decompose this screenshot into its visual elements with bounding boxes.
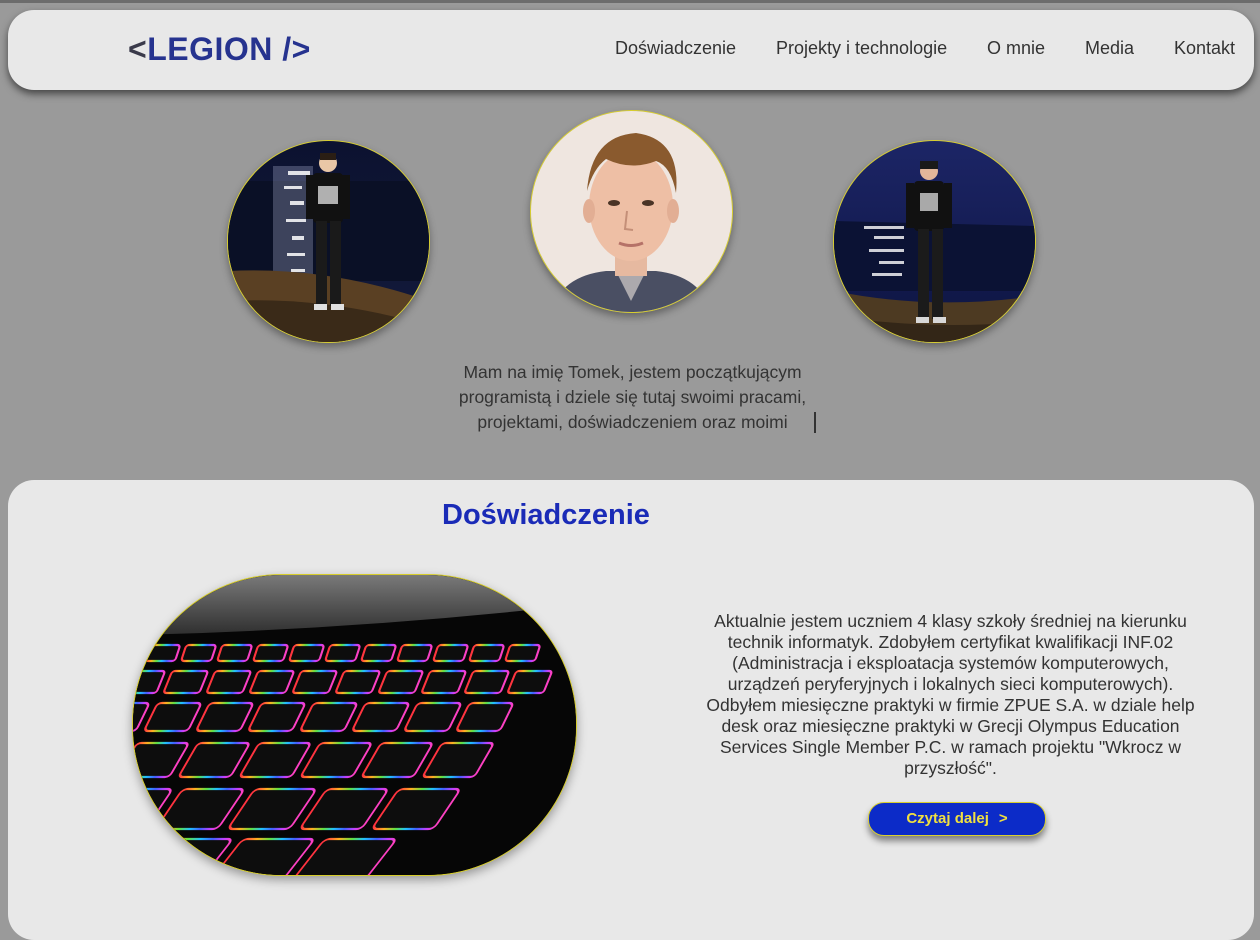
- nav-link-media[interactable]: Media: [1085, 38, 1134, 59]
- top-border: [0, 0, 1260, 3]
- read-more-button[interactable]: Czytaj dalej >: [868, 802, 1046, 836]
- nav-link-o-mnie[interactable]: O mnie: [987, 38, 1045, 59]
- section-title: Doświadczenie: [442, 499, 650, 531]
- description-line: urządzeń peryferyjnych i lokalnych sieci…: [727, 674, 1174, 694]
- beach-night-left-image: [228, 141, 429, 342]
- intro-line: programistą i dziele się tutaj swoimi pr…: [458, 387, 807, 407]
- nav-link-kontakt[interactable]: Kontakt: [1174, 38, 1235, 59]
- keyboard-image: [132, 574, 577, 876]
- description-line: (Administracja i eksploatacja systemów k…: [732, 653, 1169, 673]
- rgb-keyboard-image: [133, 575, 576, 875]
- nav-link-projekty[interactable]: Projekty i technologie: [776, 38, 947, 59]
- description-line: technik informatyk. Zdobyłem certyfikat …: [727, 632, 1174, 652]
- description-line: desk oraz miesięczne praktyki w Grecji O…: [721, 716, 1180, 736]
- portrait-image: [531, 111, 732, 312]
- intro-line: Mam na imię Tomek, jestem początkującym: [463, 362, 802, 382]
- typing-cursor: [814, 412, 816, 433]
- logo-name: LEGION: [147, 31, 273, 67]
- intro-line: projektami, doświadczeniem oraz moimi: [477, 412, 788, 432]
- chevron-right-icon: >: [998, 810, 1008, 827]
- description-line: Aktualnie jestem uczniem 4 klasy szkoły …: [714, 611, 1187, 631]
- intro-text: Mam na imię Tomek, jestem początkującym …: [440, 360, 825, 435]
- description-line: Odbyłem miesięczne praktyki w firmie ZPU…: [706, 695, 1195, 715]
- description-line: przyszłość".: [904, 758, 997, 778]
- experience-description: Aktualnie jestem uczniem 4 klasy szkoły …: [693, 611, 1208, 779]
- photo-beach-right: [833, 140, 1036, 343]
- beach-night-right-image: [834, 141, 1035, 342]
- site-logo[interactable]: <LEGION />: [128, 31, 311, 68]
- logo-close-bracket: />: [272, 31, 311, 67]
- photo-beach-left: [227, 140, 430, 343]
- photo-portrait: [530, 110, 733, 313]
- navbar: <LEGION /> Doświadczenie Projekty i tech…: [8, 10, 1254, 90]
- logo-open-bracket: <: [128, 31, 148, 67]
- description-line: Services Single Member P.C. w ramach pro…: [719, 737, 1182, 757]
- read-more-label: Czytaj dalej: [906, 810, 989, 827]
- experience-section: Doświadczenie Aktualnie jestem uczniem 4…: [8, 480, 1254, 940]
- nav-link-doswiadczenie[interactable]: Doświadczenie: [615, 38, 736, 59]
